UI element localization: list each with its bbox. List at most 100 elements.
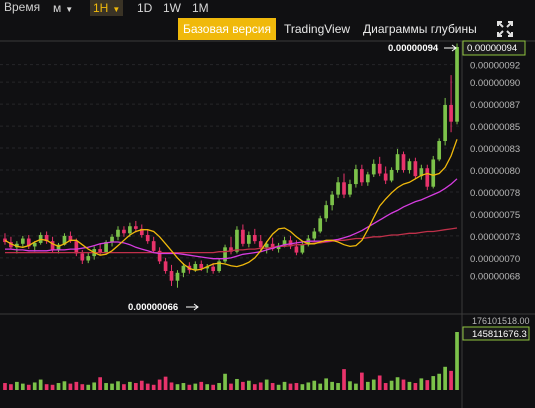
volume-bar (104, 383, 108, 390)
candle-body (80, 253, 85, 261)
volume-bar (211, 384, 215, 390)
price-axis-label: 0.00000090 (470, 78, 520, 89)
volume-bar (187, 384, 192, 390)
volume-bar (425, 380, 430, 390)
candle-body (407, 161, 412, 170)
volume-bar (401, 379, 406, 390)
price-axis-label: 0.00000075 (470, 210, 520, 221)
volume-bar (205, 384, 210, 390)
volume-bar (330, 381, 334, 390)
candle-body (377, 163, 382, 174)
high-marker-arrow (444, 44, 457, 52)
volume-bar (151, 384, 156, 390)
volume-bar (419, 378, 424, 390)
volume-bar (169, 382, 174, 390)
volume-bar (324, 378, 329, 390)
volume-bar (241, 381, 245, 390)
candle-body (443, 104, 447, 142)
candle-body (128, 226, 132, 234)
volume-bar (318, 383, 323, 390)
volume-bar (68, 383, 73, 390)
candle-body (116, 229, 120, 237)
candle-body (437, 141, 442, 160)
candle-body (365, 174, 370, 183)
candle-body (241, 229, 245, 244)
volume-bar (32, 382, 37, 390)
candle-body (455, 47, 459, 122)
volume-bar (431, 376, 436, 390)
volume-bar (38, 379, 43, 390)
price-chart[interactable]: 0.00000092 0.00000090 0.00000087 0.00000085… (0, 0, 535, 408)
volume-bar (437, 373, 442, 390)
volume-bar (122, 384, 126, 390)
volume-bar (235, 378, 239, 390)
volume-bar (181, 383, 186, 390)
price-axis-label: 0.00000092 (470, 61, 520, 72)
candle-body (181, 265, 186, 273)
candle-body (300, 244, 305, 253)
candle-body (252, 235, 257, 242)
price-axis-label: 0.00000083 (470, 144, 520, 155)
volume-bar (92, 382, 97, 390)
price-axis-label: 0.00000085 (470, 122, 520, 133)
low-marker-arrow (186, 303, 199, 311)
volume-bar (342, 369, 346, 390)
volume-bar (229, 383, 233, 390)
volume-bar (26, 384, 31, 390)
volume-bar (62, 381, 67, 390)
volume-bar (336, 383, 340, 390)
volume-bar (288, 383, 293, 390)
volume-bar (116, 381, 120, 390)
price-axis-label: 0.00000078 (470, 188, 520, 199)
volume-bar (312, 380, 317, 390)
volume-bar (306, 382, 311, 390)
candle-body (247, 235, 251, 244)
candle-body (318, 218, 323, 232)
volume-bar (360, 372, 364, 390)
candle-body (395, 154, 400, 170)
volume-bar (389, 380, 394, 390)
low-price-marker: 0.00000066 (128, 302, 178, 313)
volume-bar (175, 384, 180, 390)
volume-bar (145, 383, 150, 390)
volume-bar (455, 332, 459, 390)
volume-bar (217, 383, 221, 390)
volume-bar (193, 383, 198, 390)
volume-bar (163, 376, 168, 390)
volume-bar (20, 383, 25, 390)
volume-bar (80, 384, 85, 390)
volume-bar (15, 381, 19, 390)
candle-body (169, 271, 174, 281)
volume-bar (223, 373, 227, 390)
volume-bar (247, 380, 251, 390)
volume-bar (252, 384, 257, 390)
volume-bar (110, 383, 114, 390)
volume-bar (139, 380, 144, 390)
candle-body (294, 246, 299, 253)
candle-body (413, 161, 418, 177)
candle-body (151, 241, 156, 251)
high-price-marker: 0.00000094 (388, 43, 439, 54)
volume-bar (157, 379, 162, 390)
volume-bar (354, 383, 358, 390)
volume-bar (270, 383, 275, 390)
volume-bar (264, 379, 269, 390)
volume-bar (377, 375, 382, 390)
volume-bar (294, 383, 299, 390)
candle-body (330, 194, 334, 206)
volume-bar (86, 384, 91, 390)
volume-bar (348, 381, 352, 390)
candle-body (342, 182, 346, 195)
candle-body (389, 170, 394, 181)
volume-bar (449, 370, 453, 390)
candle-body (336, 182, 340, 195)
last-price-label: 0.00000094 (467, 43, 517, 54)
candle-body (163, 261, 168, 272)
candle-body (324, 205, 329, 219)
candle-body (354, 169, 358, 185)
volume-bar (258, 382, 263, 390)
candle-body (122, 229, 126, 234)
candle-body (312, 231, 317, 239)
candle-body (235, 229, 239, 252)
volume-bar (282, 381, 287, 390)
